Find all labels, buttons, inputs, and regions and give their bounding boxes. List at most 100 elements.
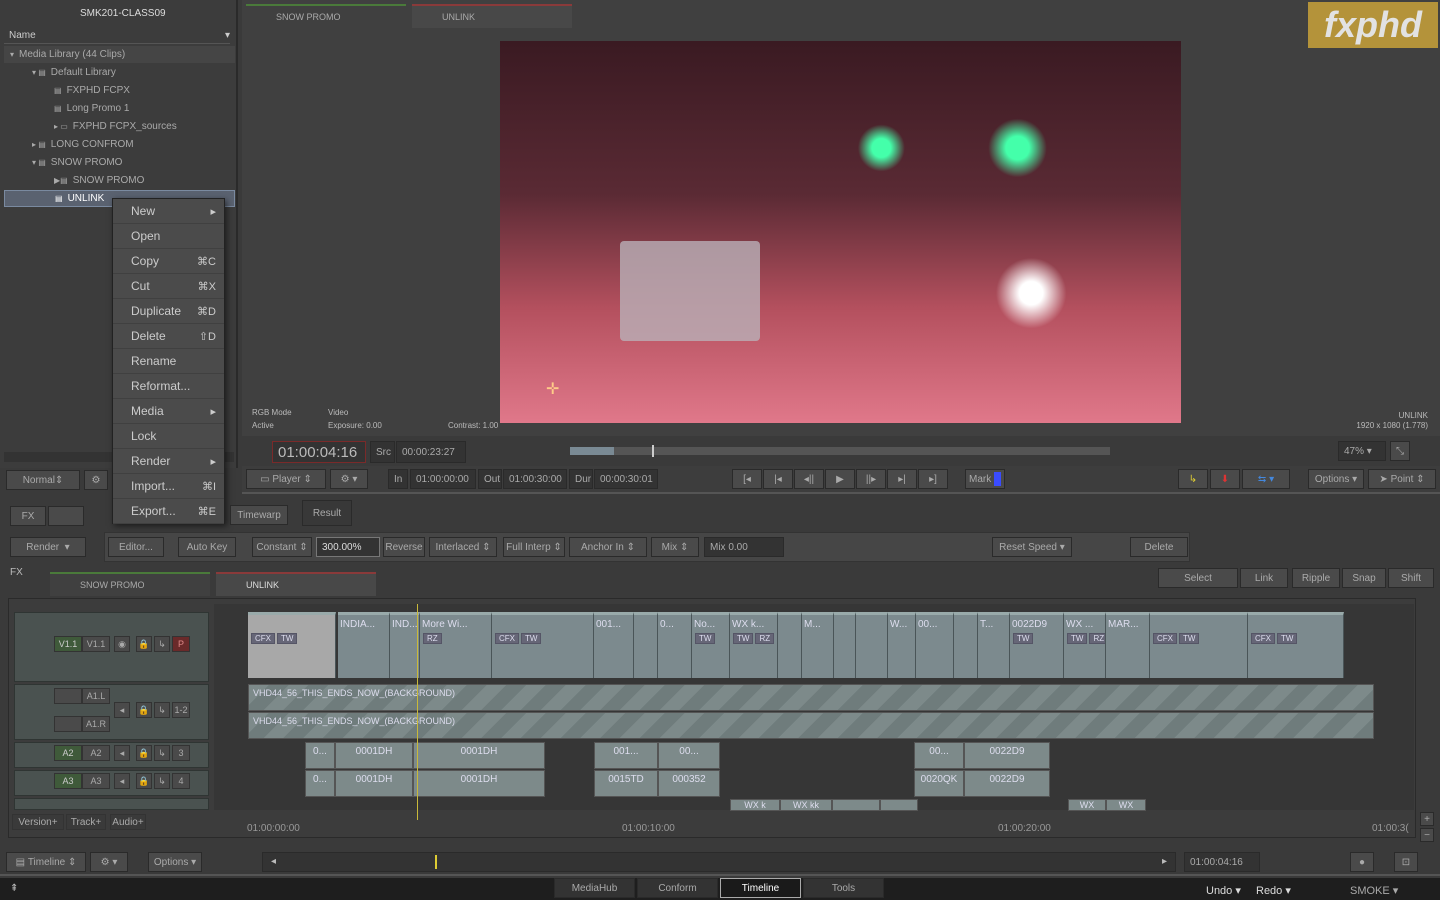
effect-badge-tw[interactable]: TW [1277,633,1298,644]
track-source-patch[interactable] [54,716,82,732]
point-select[interactable]: ➤ Point ⇕ [1368,469,1436,489]
interlaced-select[interactable]: Interlaced ⇕ [429,537,497,557]
audio-clip-a4[interactable]: WX [1068,799,1106,811]
overwrite-edit-button[interactable]: ⬇ [1210,469,1240,489]
library-item[interactable]: ▾ ▤ SNOW PROMO [4,154,235,171]
fullscreen-button[interactable]: ⤡ [1390,441,1410,461]
timeline-scrollbar[interactable]: ◂ ▸ [262,852,1176,872]
library-item[interactable]: ▤ FXPHD FCPX [4,82,235,99]
tool-snap[interactable]: Snap [1342,568,1386,588]
library-item[interactable]: ▾ ▤ Default Library [4,64,235,81]
fx-button[interactable]: FX [10,506,46,526]
fit-button[interactable]: ⊡ [1394,852,1418,872]
zoom-out-button[interactable]: − [1420,828,1434,842]
track-destination[interactable]: A2 [82,745,110,761]
step-back-button[interactable]: ◂|| [794,469,824,489]
video-clip[interactable] [634,612,658,678]
speed-mode-select[interactable]: Constant ⇕ [252,537,312,557]
track-number[interactable]: P [172,636,190,652]
reset-speed-button[interactable]: Reset Speed ▾ [992,537,1072,557]
video-clip[interactable]: MAR... [1106,612,1150,678]
audio-clip-a3[interactable]: 0015TD [594,770,658,797]
speed-field[interactable]: 300.00% [316,537,380,557]
options-button[interactable]: Options ▾ [1308,469,1364,489]
context-menu-item[interactable]: Delete ⇧D [113,324,224,349]
track-source-patch[interactable] [54,688,82,704]
playhead[interactable] [417,604,418,820]
bottom-tab-timeline[interactable]: Timeline [720,878,801,898]
speaker-icon[interactable]: ◂ [114,773,130,789]
speaker-icon[interactable]: ◂ [114,745,130,761]
track-source-patch[interactable]: V1.1 [54,636,82,652]
mix-select[interactable]: Mix ⇕ [651,537,699,557]
scrub-playhead[interactable] [652,445,654,457]
audio-clip-a3[interactable]: 0001DH [335,770,413,797]
video-clip[interactable]: CFX TW [248,612,336,678]
lock-icon[interactable]: 🔒 [136,773,152,789]
video-clip[interactable]: More Wi... RZ [420,612,492,678]
video-clip[interactable] [856,612,888,678]
scroll-playhead[interactable] [435,855,437,869]
track-source-patch[interactable]: A2 [54,745,82,761]
viewer-tab-unlink[interactable]: UNLINK [412,4,572,28]
track-destination[interactable]: A1.R [82,716,110,732]
focus-button[interactable]: ● [1350,852,1374,872]
mark-button[interactable]: Mark [965,469,1005,489]
speaker-icon[interactable]: ◂ [114,702,130,718]
timeline-tab-snow-promo[interactable]: SNOW PROMO [50,572,210,596]
audio-clip-a2[interactable]: 00... [658,742,720,769]
tool-shift[interactable]: Shift [1388,568,1434,588]
timeline-tab-unlink[interactable]: UNLINK [216,572,376,596]
timeline-add-version[interactable]: Version+ [12,814,64,830]
timeline-add-audio[interactable]: Audio+ [110,814,146,830]
context-menu-item[interactable]: New ▸ [113,199,224,224]
zoom-in-button[interactable]: + [1420,812,1434,826]
go-to-start-button[interactable]: [◂ [732,469,762,489]
expand-icon[interactable]: ⇞ [10,883,18,894]
video-clip[interactable]: WX ... TW RZ [1064,612,1106,678]
tool-ripple[interactable]: Ripple [1292,568,1340,588]
player-settings-button[interactable]: ⚙ ▾ [330,469,368,489]
timeline-view-select[interactable]: ▤ Timeline ⇕ [6,852,86,872]
audio-clip-a2[interactable]: 0001DH [335,742,413,769]
delete-button[interactable]: Delete [1130,537,1188,557]
reverse-button[interactable]: Reverse [383,537,425,557]
track-number[interactable]: 3 [172,745,190,761]
library-item[interactable]: ▸ ▭ FXPHD FCPX_sources [4,118,235,135]
effect-badge-rz[interactable]: RZ [755,633,775,644]
effect-badge-tw[interactable]: TW [1013,633,1034,644]
eye-icon[interactable]: ◉ [114,636,130,652]
video-clip[interactable]: INDIA... [338,612,390,678]
effect-badge-tw[interactable]: TW [521,633,542,644]
library-item[interactable]: ▸ ▤ LONG CONFROM [4,136,235,153]
next-edit-button[interactable]: ▸| [887,469,917,489]
effect-badge-tw[interactable]: TW [733,633,754,644]
library-item[interactable]: ▤ Long Promo 1 [4,100,235,117]
timeline-settings-button[interactable]: ⚙ ▾ [90,852,128,872]
auto-key-button[interactable]: Auto Key [178,537,236,557]
audio-clip-a3[interactable]: 0001DH [413,770,545,797]
lock-icon[interactable]: 🔒 [136,745,152,761]
dur-timecode[interactable]: 00:00:30:01 [594,469,658,489]
app-menu[interactable]: SMOKE ▾ [1350,884,1398,897]
go-to-end-button[interactable]: ▸] [918,469,948,489]
audio-clip-a2[interactable]: 001... [594,742,658,769]
result-tab[interactable]: Result [302,500,352,526]
video-clip[interactable]: W... [888,612,916,678]
context-menu-item[interactable]: Import... ⌘I [113,474,224,499]
track-destination[interactable]: A1.L [82,688,110,704]
sync-icon[interactable]: ↳ [154,773,170,789]
audio-clip-a3[interactable]: 0020QK [914,770,964,797]
audio-clip-a3[interactable]: 000352 [658,770,720,797]
audio-clip-a4[interactable]: WX [1106,799,1146,811]
video-clip[interactable] [834,612,856,678]
audio-clip-a4[interactable]: WX kk [780,799,832,811]
track-source-patch[interactable]: A3 [54,773,82,789]
video-clip[interactable]: IND... [390,612,420,678]
context-menu-item[interactable]: Rename [113,349,224,374]
context-menu-item[interactable]: Media ▸ [113,399,224,424]
current-timecode[interactable]: 01:00:04:16 [272,441,366,463]
view-mode-select[interactable]: Normal ⇕ [6,470,80,490]
context-menu-item[interactable]: Export... ⌘E [113,499,224,524]
src-timecode[interactable]: 00:00:23:27 [396,441,466,463]
